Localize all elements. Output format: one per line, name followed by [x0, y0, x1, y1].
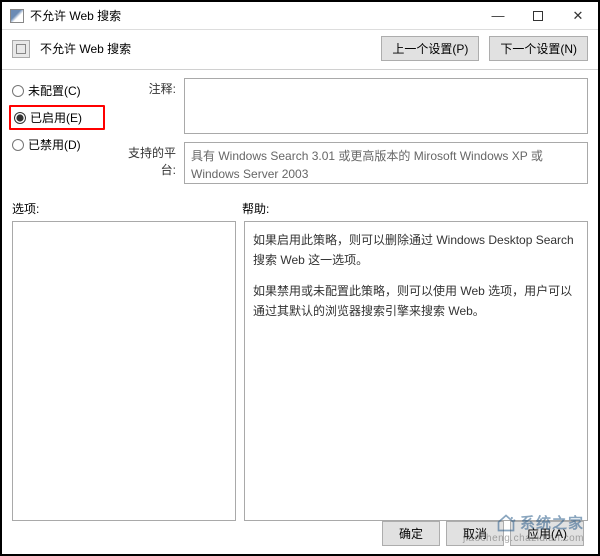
help-text-1: 如果启用此策略，则可以删除通过 Windows Desktop Search 搜…: [253, 230, 579, 271]
prev-setting-button[interactable]: 上一个设置(P): [381, 36, 479, 61]
titlebar: 不允许 Web 搜索 — ✕: [2, 2, 598, 30]
radio-not-configured-input[interactable]: [12, 85, 24, 97]
window-title: 不允许 Web 搜索: [30, 7, 478, 24]
options-panel: [12, 221, 236, 521]
policy-icon: [12, 40, 30, 58]
radio-not-configured-label: 未配置(C): [28, 82, 81, 99]
radio-enabled-label: 已启用(E): [30, 109, 82, 126]
comment-label: 注释:: [116, 78, 176, 97]
minimize-button[interactable]: —: [478, 2, 518, 29]
radio-not-configured[interactable]: 未配置(C): [12, 82, 102, 99]
window-icon: [10, 9, 24, 23]
help-text-2: 如果禁用或未配置此策略，则可以使用 Web 选项，用户可以通过其默认的浏览器搜索…: [253, 281, 579, 322]
radio-disabled[interactable]: 已禁用(D): [12, 136, 102, 153]
radio-disabled-label: 已禁用(D): [28, 136, 81, 153]
apply-button[interactable]: 应用(A): [510, 521, 584, 546]
maximize-button[interactable]: [518, 2, 558, 29]
state-radio-group: 未配置(C) 已启用(E) 已禁用(D): [12, 78, 102, 153]
options-label: 选项:: [12, 200, 242, 217]
comment-textbox[interactable]: [184, 78, 588, 134]
platform-textbox: 具有 Windows Search 3.01 或更高版本的 Mirosoft W…: [184, 142, 588, 184]
policy-title: 不允许 Web 搜索: [40, 40, 371, 57]
help-panel: 如果启用此策略，则可以删除通过 Windows Desktop Search 搜…: [244, 221, 588, 521]
platform-label: 支持的平台:: [116, 142, 176, 178]
radio-enabled[interactable]: 已启用(E): [14, 109, 100, 126]
radio-disabled-input[interactable]: [12, 139, 24, 151]
highlight-box: 已启用(E): [9, 105, 105, 130]
header-row: 不允许 Web 搜索 上一个设置(P) 下一个设置(N): [2, 30, 598, 67]
close-button[interactable]: ✕: [558, 2, 598, 29]
help-label: 帮助:: [242, 200, 269, 217]
next-setting-button[interactable]: 下一个设置(N): [489, 36, 588, 61]
ok-button[interactable]: 确定: [382, 521, 440, 546]
cancel-button[interactable]: 取消: [446, 521, 504, 546]
radio-enabled-input[interactable]: [14, 112, 26, 124]
